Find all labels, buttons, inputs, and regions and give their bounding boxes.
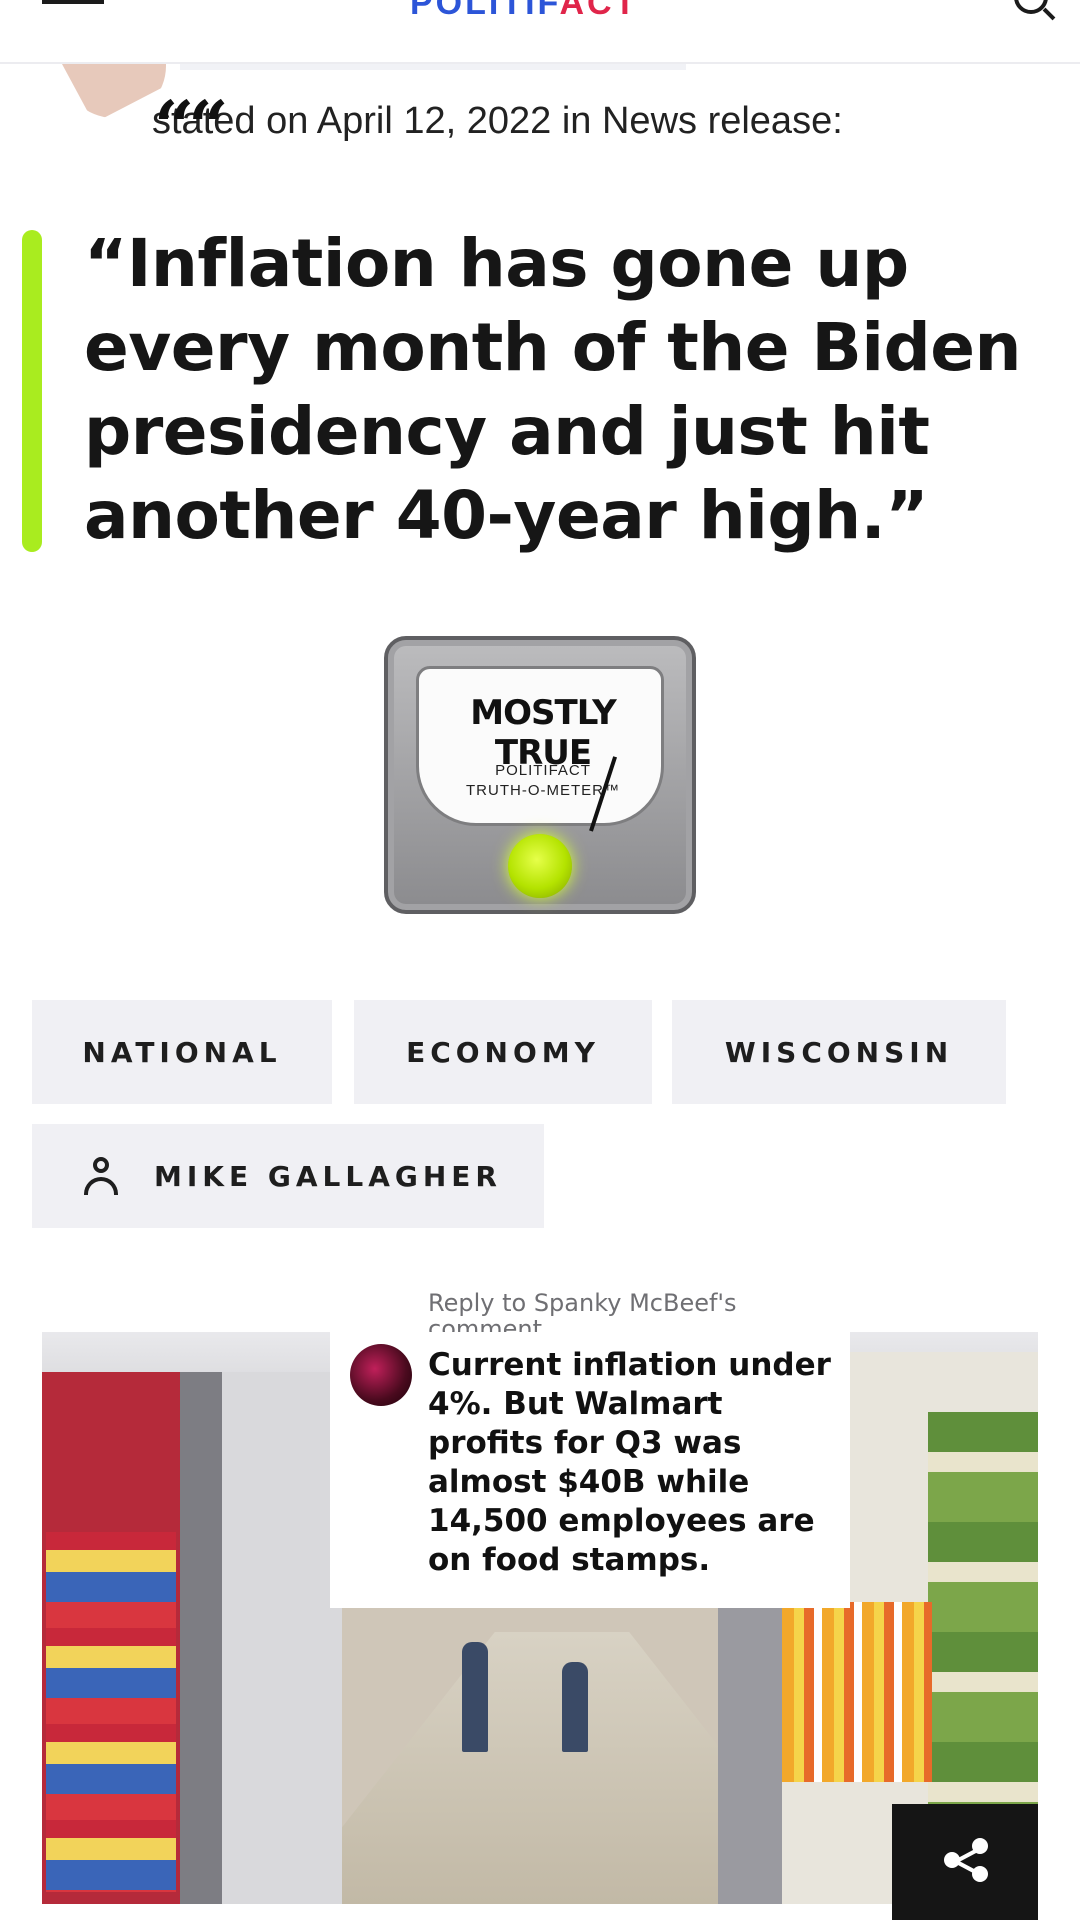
meter-light-icon <box>508 834 572 898</box>
avatar-shadow <box>180 64 686 70</box>
search-icon[interactable] <box>1014 0 1048 14</box>
statement-accent-bar <box>22 230 42 552</box>
stated-line: stated on April 12, 2022 in News release… <box>152 100 843 142</box>
speaker-avatar[interactable] <box>62 64 166 118</box>
tag-wisconsin-label: WISCONSIN <box>724 1035 954 1069</box>
quote-icon: ““ <box>154 85 228 168</box>
tag-speaker[interactable]: MIKE GALLAGHER <box>32 1124 544 1228</box>
meter-brand-line2: TRUTH-O-METER™ <box>466 782 620 799</box>
tag-speaker-label: MIKE GALLAGHER <box>154 1159 502 1193</box>
tag-wisconsin[interactable]: WISCONSIN <box>672 1000 1006 1104</box>
comment-overlay: Current inflation under 4%. But Walmart … <box>330 1332 850 1608</box>
politifact-logo[interactable]: POLITIFACT <box>410 0 638 23</box>
comment-text: Current inflation under 4%. But Walmart … <box>428 1347 831 1578</box>
person-icon <box>84 1157 118 1195</box>
tag-national-label: NATIONAL <box>82 1035 282 1069</box>
share-icon <box>944 1838 988 1882</box>
share-button[interactable] <box>892 1804 1038 1920</box>
top-bar: POLITIFACT <box>0 0 1080 64</box>
article-page: POLITIFACT stated on April 12, 2022 in N… <box>0 0 1080 1920</box>
tag-economy[interactable]: ECONOMY <box>354 1000 652 1104</box>
truth-o-meter-graphic: MOSTLY TRUE POLITIFACT TRUTH-O-METER™ <box>384 636 696 914</box>
meter-brand-line1: POLITIFACT <box>495 762 591 779</box>
meter-brand: POLITIFACT TRUTH-O-METER™ <box>419 761 667 801</box>
hamburger-menu-icon[interactable] <box>42 0 104 10</box>
tag-national[interactable]: NATIONAL <box>32 1000 332 1104</box>
meter-face: MOSTLY TRUE POLITIFACT TRUTH-O-METER™ <box>416 666 667 832</box>
statement-quote: “Inflation has gone up every month of th… <box>84 225 1021 554</box>
commenter-avatar[interactable] <box>350 1344 412 1406</box>
tag-economy-label: ECONOMY <box>406 1035 600 1069</box>
